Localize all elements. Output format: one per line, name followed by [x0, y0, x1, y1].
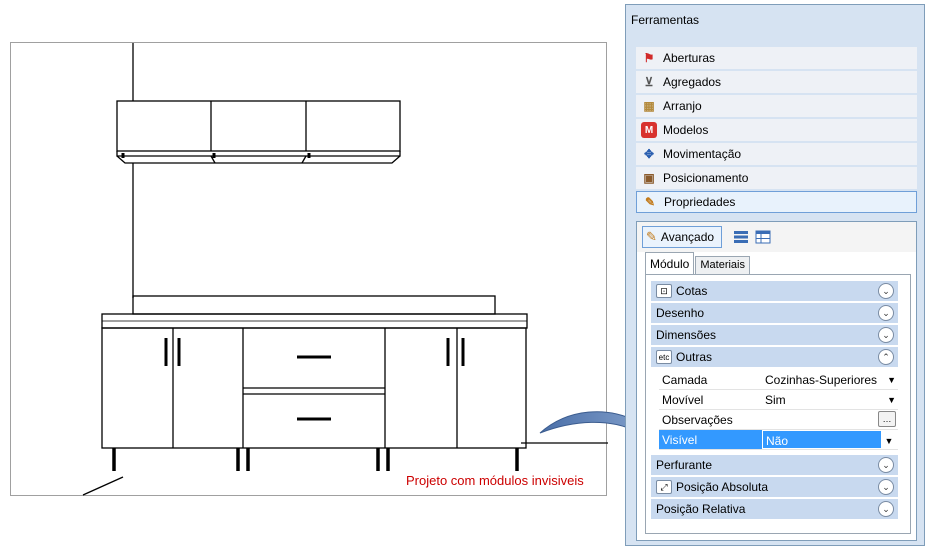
section-cotas[interactable]: ⊡ Cotas ⌄: [651, 281, 898, 301]
cotas-icon: ⊡: [656, 284, 672, 298]
movivel-select[interactable]: Sim ▼: [762, 390, 898, 409]
floor-line: [82, 476, 124, 496]
avancado-button[interactable]: ✎ Avançado: [642, 226, 722, 248]
properties-pane: ✎ Avançado Módulo Materiais ⊡ Cotas ⌄ De…: [636, 221, 917, 541]
tool-agregados[interactable]: ⊻ Agregados: [636, 71, 917, 93]
property-key: Observações: [662, 413, 733, 427]
camada-select[interactable]: Cozinhas-Superiores ▼: [762, 370, 898, 389]
propriedades-icon: ✎: [646, 229, 657, 244]
posicao-absoluta-icon: ⤢: [656, 480, 672, 494]
property-grid: ⊡ Cotas ⌄ Desenho ⌄ Dimensões ⌄ etc Outr…: [645, 274, 911, 534]
section-label: Cotas: [676, 284, 708, 298]
chevron-down-icon[interactable]: ⌄: [878, 283, 894, 299]
section-label: Posição Relativa: [656, 502, 746, 516]
property-row-observacoes[interactable]: Observações …: [659, 410, 898, 430]
section-posicao-relativa[interactable]: Posição Relativa ⌄: [651, 499, 898, 519]
section-label: Dimensões: [656, 328, 717, 342]
avancado-label: Avançado: [660, 230, 715, 244]
upper-cabinets: [116, 100, 401, 164]
tab-modulo[interactable]: Módulo: [645, 252, 695, 274]
propriedades-icon: ✎: [644, 195, 656, 209]
tool-label: Arranjo: [663, 99, 702, 113]
section-posicao-absoluta[interactable]: ⤢ Posição Absoluta ⌄: [651, 477, 898, 497]
tool-list: ⚑ Aberturas ⊻ Agregados ▦ Arranjo M Mode…: [636, 47, 917, 215]
chevron-up-icon[interactable]: ⌃: [878, 349, 894, 365]
tool-arranjo[interactable]: ▦ Arranjo: [636, 95, 917, 117]
tab-materiais[interactable]: Materiais: [695, 256, 750, 274]
section-label: Perfurante: [656, 458, 713, 472]
section-desenho[interactable]: Desenho ⌄: [651, 303, 898, 323]
tools-panel: Ferramentas ⚑ Aberturas ⊻ Agregados ▦ Ar…: [625, 4, 925, 546]
tool-label: Modelos: [663, 123, 709, 137]
chevron-down-icon[interactable]: ⌄: [878, 327, 894, 343]
arranjo-icon: ▦: [643, 99, 655, 113]
property-row-camada[interactable]: Camada Cozinhas-Superiores ▼: [659, 370, 898, 390]
property-row-visivel[interactable]: Visível Não ▼: [659, 430, 898, 450]
section-dimensoes[interactable]: Dimensões ⌄: [651, 325, 898, 345]
property-value: Sim: [765, 393, 786, 407]
agregados-icon: ⊻: [644, 75, 654, 89]
tool-movimentacao[interactable]: ✥ Movimentação: [636, 143, 917, 165]
base-cabinets: [101, 327, 527, 471]
observacoes-field[interactable]: …: [762, 410, 898, 429]
tool-label: Posicionamento: [663, 171, 749, 185]
section-label: Posição Absoluta: [676, 480, 769, 494]
tool-propriedades[interactable]: ✎ Propriedades: [636, 191, 917, 213]
drawing-viewport[interactable]: Projeto com módulos invisiveis: [10, 42, 608, 496]
aberturas-icon: ⚑: [643, 51, 655, 65]
tool-label: Agregados: [663, 75, 722, 89]
tool-label: Aberturas: [663, 51, 716, 65]
chevron-down-icon[interactable]: ⌄: [878, 501, 894, 517]
etc-icon: etc: [656, 350, 672, 364]
chevron-down-icon[interactable]: ⌄: [878, 305, 894, 321]
posicionamento-icon: ▣: [643, 171, 655, 185]
property-key: Movível: [662, 393, 704, 407]
property-value: Cozinhas-Superiores: [765, 373, 878, 387]
section-outras[interactable]: etc Outras ⌃: [651, 347, 898, 367]
property-row-movivel[interactable]: Movível Sim ▼: [659, 390, 898, 410]
dropdown-arrow-icon[interactable]: ▼: [887, 390, 896, 409]
backsplash: [132, 295, 496, 315]
properties-toolbar: ✎ Avançado: [637, 222, 916, 252]
property-key: Camada: [662, 373, 708, 387]
property-key: Visível: [659, 430, 762, 449]
section-label: Outras: [676, 350, 713, 364]
tool-modelos[interactable]: M Modelos: [636, 119, 917, 141]
grid-view-icon[interactable]: [755, 230, 771, 244]
list-view-icon[interactable]: [733, 230, 749, 244]
property-tabs: Módulo Materiais: [645, 252, 751, 274]
panel-title: Ferramentas: [631, 13, 700, 27]
kitchen-drawing: [82, 43, 608, 496]
section-perfurante[interactable]: Perfurante ⌄: [651, 455, 898, 475]
chevron-down-icon[interactable]: ⌄: [878, 457, 894, 473]
move-icon: ✥: [643, 147, 655, 161]
tool-label: Movimentação: [663, 147, 742, 161]
drawing-caption: Projeto com módulos invisiveis: [406, 473, 584, 488]
ellipsis-button[interactable]: …: [878, 411, 896, 427]
chevron-down-icon[interactable]: ⌄: [878, 479, 894, 495]
tool-aberturas[interactable]: ⚑ Aberturas: [636, 47, 917, 69]
dropdown-arrow-icon[interactable]: ▼: [881, 431, 897, 448]
visivel-select[interactable]: Não ▼: [762, 430, 898, 449]
property-value: Não: [766, 434, 789, 448]
section-label: Desenho: [656, 306, 705, 320]
tool-posicionamento[interactable]: ▣ Posicionamento: [636, 167, 917, 189]
modelos-icon: M: [641, 122, 657, 138]
dropdown-arrow-icon[interactable]: ▼: [887, 370, 896, 389]
tool-label: Propriedades: [664, 195, 736, 209]
